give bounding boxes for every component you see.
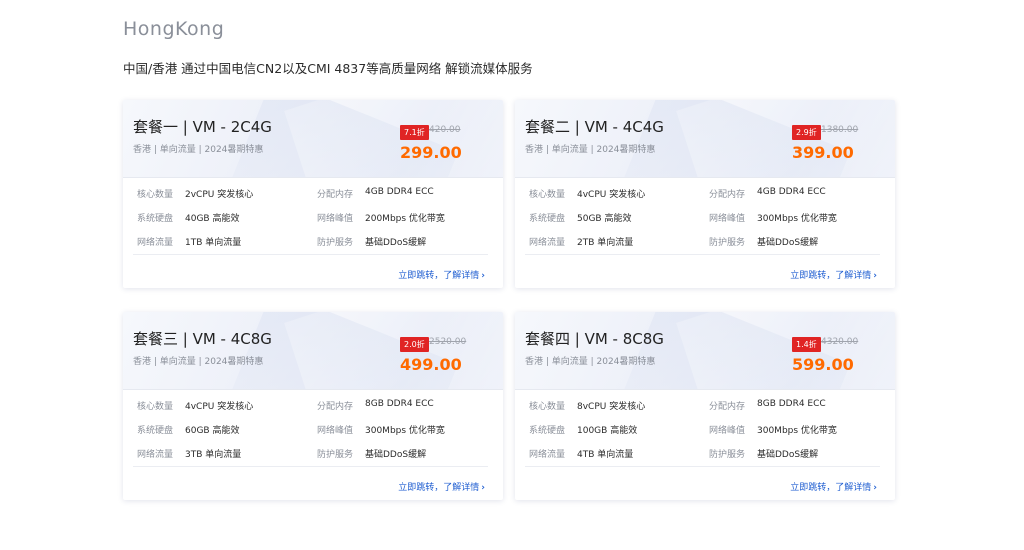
- spec-value: 60GB 高能效: [185, 426, 240, 436]
- plan-card: 套餐二 | VM - 4C4G 香港 | 单向流量 | 2024暑期特惠 2.9…: [515, 100, 895, 288]
- spec-label: 分配内存: [317, 190, 354, 200]
- price: 499.00: [400, 355, 462, 374]
- original-price: 4320.00: [821, 337, 859, 347]
- spec-value: 4vCPU 突发核心: [185, 402, 254, 412]
- spec-value: 100GB 高能效: [577, 426, 638, 436]
- plan-subtitle: 香港 | 单向流量 | 2024暑期特惠: [525, 357, 656, 367]
- plan-subtitle: 香港 | 单向流量 | 2024暑期特惠: [525, 145, 656, 155]
- spec-value: 基础DDoS缓解: [365, 238, 427, 248]
- spec-value: 2vCPU 突发核心: [185, 190, 254, 200]
- original-price: 2520.00: [429, 337, 467, 347]
- spec-label: 防护服务: [317, 238, 354, 248]
- spec-value: 50GB 高能效: [577, 214, 632, 224]
- details-link[interactable]: 立即跳转，了解详情 ›: [398, 480, 485, 493]
- spec-label: 网络峰值: [317, 426, 354, 436]
- original-price: 1380.00: [821, 125, 859, 135]
- divider: [133, 254, 488, 255]
- region-description: 中国/香港 通过中国电信CN2以及CMI 4837等高质量网络 解锁流媒体服务: [123, 61, 533, 76]
- spec-label: 网络流量: [137, 238, 174, 248]
- details-link-label: 立即跳转，了解详情: [398, 271, 480, 281]
- details-link-label: 立即跳转，了解详情: [790, 483, 872, 493]
- details-link[interactable]: 立即跳转，了解详情 ›: [790, 480, 877, 493]
- plan-card: 套餐四 | VM - 8C8G 香港 | 单向流量 | 2024暑期特惠 1.4…: [515, 312, 895, 500]
- divider: [525, 254, 880, 255]
- spec-label: 系统硬盘: [137, 426, 174, 436]
- chevron-right-icon: ›: [873, 271, 877, 281]
- spec-value: 300Mbps 优化带宽: [757, 426, 837, 436]
- spec-label: 网络流量: [529, 238, 566, 248]
- spec-value: 4GB DDR4 ECC: [757, 187, 826, 197]
- plan-card-header: [515, 312, 895, 390]
- original-price: 420.00: [429, 125, 461, 135]
- plan-card-header: [123, 312, 503, 390]
- spec-value: 8GB DDR4 ECC: [757, 399, 826, 409]
- discount-badge: 1.4折: [792, 337, 821, 352]
- spec-value: 8vCPU 突发核心: [577, 402, 646, 412]
- plan-name: 套餐二 | VM - 4C4G: [525, 118, 664, 136]
- spec-label: 网络流量: [137, 450, 174, 460]
- spec-value: 基础DDoS缓解: [365, 450, 427, 460]
- spec-value: 3TB 单向流量: [185, 450, 242, 460]
- plan-card-header: [515, 100, 895, 178]
- spec-label: 系统硬盘: [137, 214, 174, 224]
- spec-label: 分配内存: [709, 402, 746, 412]
- spec-value: 200Mbps 优化带宽: [365, 214, 445, 224]
- spec-value: 基础DDoS缓解: [757, 450, 819, 460]
- spec-value: 4GB DDR4 ECC: [365, 187, 434, 197]
- plan-card-header: [123, 100, 503, 178]
- region-title: HongKong: [123, 18, 225, 40]
- spec-label: 防护服务: [709, 238, 746, 248]
- price: 599.00: [792, 355, 854, 374]
- spec-value: 300Mbps 优化带宽: [757, 214, 837, 224]
- chevron-right-icon: ›: [481, 271, 485, 281]
- spec-label: 网络峰值: [709, 426, 746, 436]
- plan-subtitle: 香港 | 单向流量 | 2024暑期特惠: [133, 145, 264, 155]
- spec-label: 防护服务: [709, 450, 746, 460]
- chevron-right-icon: ›: [481, 483, 485, 493]
- plan-card: 套餐三 | VM - 4C8G 香港 | 单向流量 | 2024暑期特惠 2.0…: [123, 312, 503, 500]
- plan-name: 套餐一 | VM - 2C4G: [133, 118, 272, 136]
- plan-card: 套餐一 | VM - 2C4G 香港 | 单向流量 | 2024暑期特惠 7.1…: [123, 100, 503, 288]
- spec-label: 网络峰值: [709, 214, 746, 224]
- spec-label: 系统硬盘: [529, 426, 566, 436]
- spec-label: 核心数量: [529, 190, 566, 200]
- spec-value: 300Mbps 优化带宽: [365, 426, 445, 436]
- discount-badge: 2.9折: [792, 125, 821, 140]
- divider: [525, 466, 880, 467]
- spec-label: 核心数量: [137, 402, 174, 412]
- price: 299.00: [400, 143, 462, 162]
- spec-label: 核心数量: [137, 190, 174, 200]
- spec-value: 4TB 单向流量: [577, 450, 634, 460]
- spec-value: 8GB DDR4 ECC: [365, 399, 434, 409]
- price: 399.00: [792, 143, 854, 162]
- spec-label: 分配内存: [317, 402, 354, 412]
- divider: [133, 466, 488, 467]
- spec-label: 网络峰值: [317, 214, 354, 224]
- spec-value: 40GB 高能效: [185, 214, 240, 224]
- spec-value: 1TB 单向流量: [185, 238, 242, 248]
- spec-label: 核心数量: [529, 402, 566, 412]
- discount-badge: 7.1折: [400, 125, 429, 140]
- plan-name: 套餐四 | VM - 8C8G: [525, 330, 664, 348]
- chevron-right-icon: ›: [873, 483, 877, 493]
- details-link-label: 立即跳转，了解详情: [398, 483, 480, 493]
- discount-badge: 2.0折: [400, 337, 429, 352]
- details-link[interactable]: 立即跳转，了解详情 ›: [790, 268, 877, 281]
- details-link[interactable]: 立即跳转，了解详情 ›: [398, 268, 485, 281]
- spec-value: 2TB 单向流量: [577, 238, 634, 248]
- plan-subtitle: 香港 | 单向流量 | 2024暑期特惠: [133, 357, 264, 367]
- plan-name: 套餐三 | VM - 4C8G: [133, 330, 272, 348]
- details-link-label: 立即跳转，了解详情: [790, 271, 872, 281]
- spec-label: 系统硬盘: [529, 214, 566, 224]
- spec-label: 分配内存: [709, 190, 746, 200]
- spec-value: 基础DDoS缓解: [757, 238, 819, 248]
- spec-label: 网络流量: [529, 450, 566, 460]
- spec-value: 4vCPU 突发核心: [577, 190, 646, 200]
- spec-label: 防护服务: [317, 450, 354, 460]
